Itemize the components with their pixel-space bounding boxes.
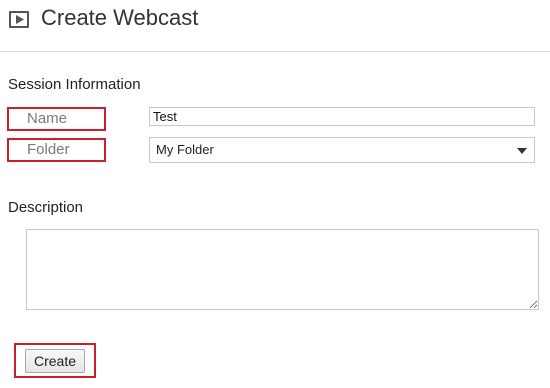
play-window-icon bbox=[9, 11, 29, 28]
description-textarea[interactable] bbox=[26, 229, 539, 310]
page-title: Create Webcast bbox=[41, 5, 199, 30]
name-label: Name bbox=[7, 107, 106, 131]
name-input[interactable] bbox=[149, 107, 535, 126]
folder-select[interactable]: My Folder bbox=[149, 137, 535, 163]
create-webcast-page: Create Webcast Session Information Name … bbox=[0, 0, 550, 388]
session-information-heading: Session Information bbox=[8, 76, 141, 93]
folder-label: Folder bbox=[7, 138, 106, 162]
create-button[interactable]: Create bbox=[25, 349, 85, 373]
description-heading: Description bbox=[8, 199, 84, 216]
page-header: Create Webcast bbox=[0, 0, 550, 52]
folder-selected-value: My Folder bbox=[156, 142, 214, 157]
chevron-down-icon bbox=[517, 148, 527, 154]
